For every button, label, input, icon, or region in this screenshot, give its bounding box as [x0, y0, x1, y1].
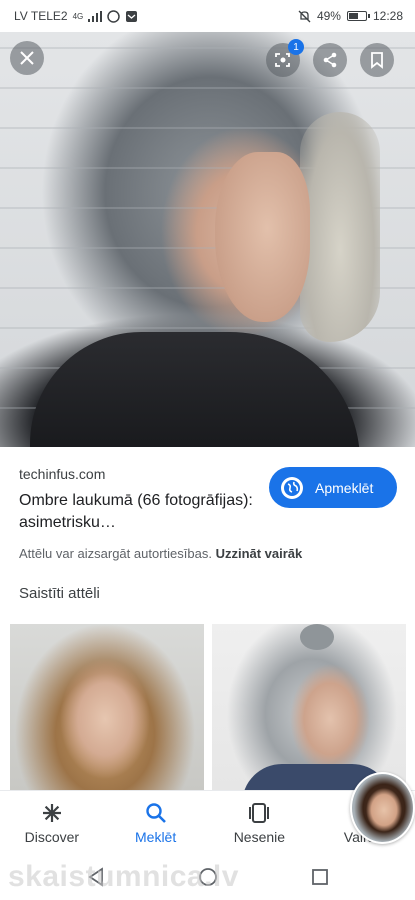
system-home-button[interactable]: [197, 866, 219, 888]
recent-icon: [249, 802, 270, 823]
asterisk-icon: [42, 803, 61, 822]
nav-search[interactable]: Meklēt: [104, 791, 208, 854]
bookmark-button[interactable]: [360, 43, 394, 77]
status-right: 49% 12:28: [298, 9, 403, 23]
notification-icon: [126, 10, 138, 22]
battery-icon: [346, 11, 370, 21]
back-triangle-icon: [87, 867, 103, 887]
thumb-hair-bun: [300, 624, 334, 650]
clock: 12:28: [372, 9, 403, 23]
nav-search-label: Meklēt: [135, 828, 177, 845]
copyright-notice: Attēlu var aizsargāt autortiesības. Uzzi…: [19, 546, 302, 561]
hero-image[interactable]: 1: [0, 32, 415, 447]
status-bar: LV TELE2 4G 49% 12:28: [0, 0, 415, 32]
close-icon: [20, 51, 34, 65]
visit-label: Apmeklēt: [315, 479, 374, 496]
recents-square-icon: [311, 869, 328, 885]
avatar[interactable]: [350, 772, 415, 844]
system-back-button[interactable]: [85, 866, 107, 888]
hero-face: [215, 152, 310, 322]
source-domain[interactable]: techinfus.com: [19, 466, 105, 482]
battery-percent: 49%: [316, 9, 341, 23]
learn-more-link[interactable]: Uzzināt vairāk: [216, 546, 303, 561]
system-nav-bar: [0, 854, 415, 900]
bookmark-icon: [371, 52, 383, 69]
system-recents-button[interactable]: [309, 866, 331, 888]
related-image-1[interactable]: [10, 624, 204, 792]
status-left: LV TELE2 4G: [14, 9, 138, 23]
nav-discover[interactable]: Discover: [0, 791, 104, 854]
related-image-2[interactable]: [212, 624, 406, 792]
lens-button[interactable]: 1: [266, 39, 304, 77]
lens-badge: 1: [288, 39, 304, 55]
battery-fill: [348, 13, 358, 19]
share-icon: [323, 52, 337, 68]
related-images-title: Saistīti attēli: [19, 585, 100, 602]
home-circle-icon: [198, 868, 217, 886]
network-label: 4G: [72, 11, 84, 21]
lens-icon: [275, 53, 290, 67]
whatsapp-icon: [107, 9, 121, 23]
nav-discover-label: Discover: [24, 828, 80, 845]
globe-icon: [281, 476, 303, 499]
source-title[interactable]: Ombre laukumā (66 fotogrāfijas): asimetr…: [19, 490, 259, 534]
carrier-label: LV TELE2: [14, 9, 68, 23]
signal-icon: [88, 10, 103, 22]
nav-recent-label: Nesenie: [233, 828, 286, 845]
nav-recent[interactable]: Nesenie: [208, 791, 312, 854]
mute-icon: [298, 10, 311, 22]
share-button[interactable]: [313, 43, 347, 77]
visit-button[interactable]: Apmeklēt: [269, 467, 397, 508]
hero-hair: [300, 112, 380, 342]
close-button[interactable]: [10, 41, 44, 75]
copyright-text: Attēlu var aizsargāt autortiesības.: [19, 546, 212, 561]
search-icon: [145, 802, 166, 823]
